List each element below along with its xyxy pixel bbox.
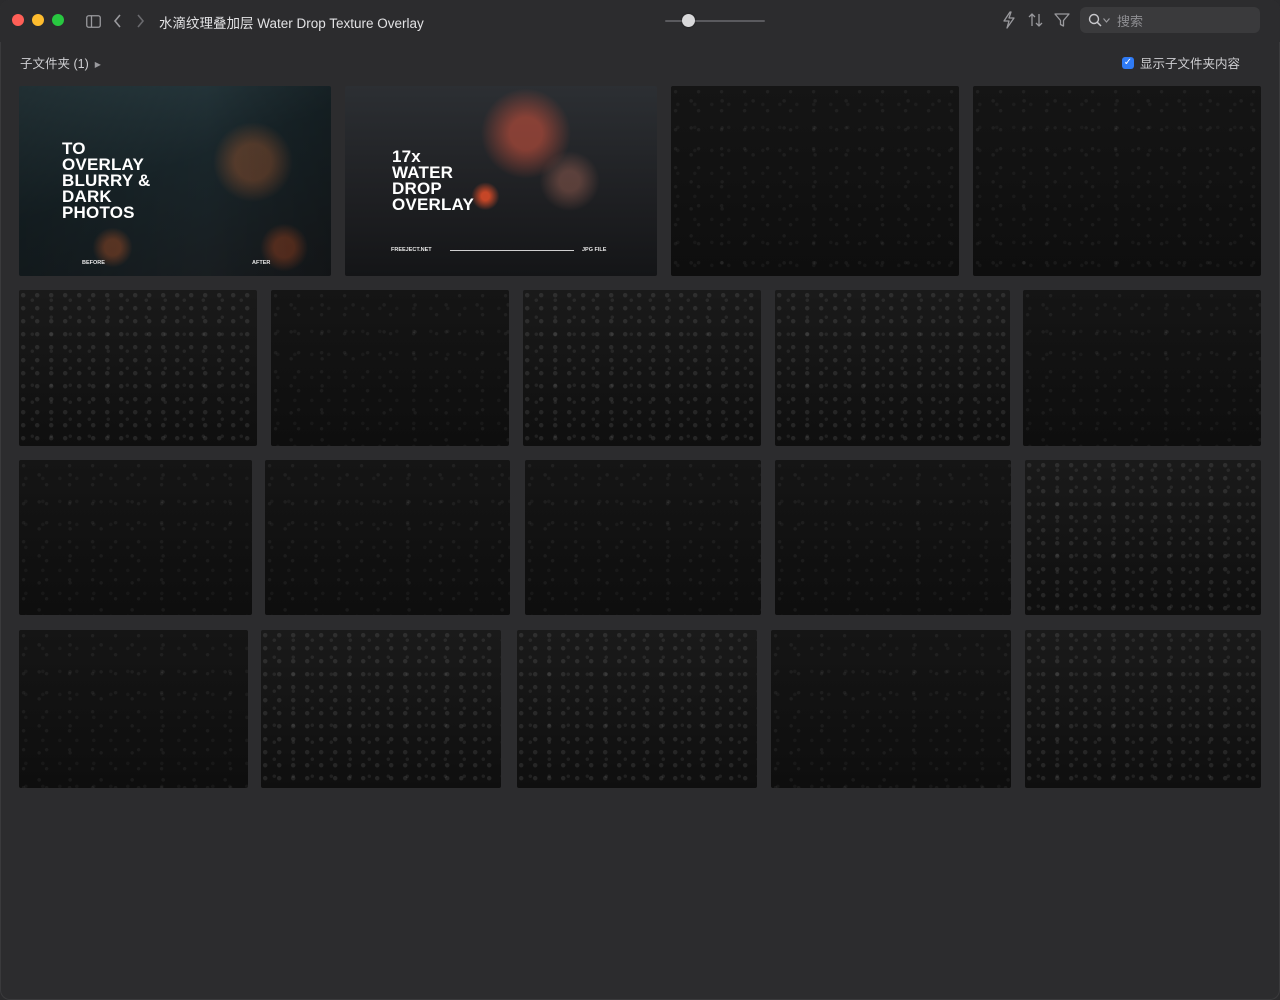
thumbnail[interactable] — [671, 86, 959, 276]
thumbnail[interactable] — [271, 290, 509, 446]
thumbnail[interactable] — [771, 630, 1011, 788]
subfolder-label: 子文件夹 (1) — [20, 57, 89, 71]
cover-2-headline: 17x WATER DROP OVERLAY — [392, 147, 475, 214]
search-icon — [1088, 13, 1102, 27]
cover-2-divider — [450, 250, 574, 251]
thumbnail[interactable] — [775, 290, 1010, 446]
thumbnail-cover-2[interactable]: 17x WATER DROP OVERLAY FREEJECT.NET JPG … — [345, 86, 657, 276]
cover-1-before-label: BEFORE — [82, 260, 105, 266]
thumbnail[interactable] — [523, 290, 761, 446]
sidebar-toggle-icon[interactable] — [85, 11, 101, 31]
chevron-left-icon[interactable] — [110, 11, 124, 31]
cover-2-site-label: FREEJECT.NET — [391, 247, 432, 253]
thumbnail[interactable] — [517, 630, 757, 788]
zoom-slider-knob[interactable] — [682, 14, 695, 27]
cover-1-headline: TO OVERLAY BLURRY & DARK PHOTOS — [62, 139, 151, 222]
thumbnail[interactable] — [261, 630, 501, 788]
filter-icon[interactable] — [1053, 11, 1071, 31]
thumbnail[interactable] — [1023, 290, 1261, 446]
search-input[interactable] — [1115, 10, 1257, 32]
maximize-button[interactable] — [52, 14, 64, 26]
close-button[interactable] — [12, 14, 24, 26]
thumbnail[interactable] — [19, 290, 257, 446]
show-subfolder-checkbox[interactable]: ✓ — [1121, 56, 1134, 69]
sort-icon[interactable] — [1027, 11, 1045, 31]
thumbnail[interactable] — [775, 460, 1011, 615]
thumbnail[interactable] — [265, 460, 510, 615]
title-bar: 水滴纹理叠加层 Water Drop Texture Overlay — [0, 0, 1280, 42]
app-window: 水滴纹理叠加层 Water Drop Texture Overlay 子文件夹 … — [0, 0, 1280, 1000]
lightning-icon[interactable] — [1001, 11, 1019, 31]
search-box[interactable] — [1080, 7, 1260, 33]
thumbnail[interactable] — [1025, 630, 1261, 788]
thumbnail[interactable] — [19, 630, 248, 788]
chevron-right-icon[interactable] — [133, 11, 147, 31]
subfolder-toggle[interactable]: 子文件夹 (1) ▶ — [20, 53, 101, 72]
zoom-slider[interactable] — [665, 14, 765, 28]
cover-1-after-label: AFTER — [252, 260, 271, 266]
show-subfolder-content[interactable]: ✓ 显示子文件夹内容 — [1121, 53, 1240, 72]
thumbnail[interactable] — [525, 460, 761, 615]
zoom-slider-track — [665, 20, 765, 22]
thumbnail[interactable] — [19, 460, 252, 615]
minimize-button[interactable] — [32, 14, 44, 26]
show-subfolder-label: 显示子文件夹内容 — [1139, 57, 1240, 71]
sub-header: 子文件夹 (1) ▶ ✓ 显示子文件夹内容 — [0, 48, 1280, 72]
thumbnail[interactable] — [1025, 460, 1261, 615]
window-title: 水滴纹理叠加层 Water Drop Texture Overlay — [159, 16, 424, 31]
thumbnail-cover-1[interactable]: TO OVERLAY BLURRY & DARK PHOTOS BEFORE A… — [19, 86, 331, 276]
thumbnail[interactable] — [973, 86, 1261, 276]
disclosure-triangle-icon: ▶ — [94, 60, 101, 69]
cover-2-filetype-label: JPG FILE — [582, 247, 607, 253]
chevron-down-icon[interactable] — [1103, 15, 1110, 25]
